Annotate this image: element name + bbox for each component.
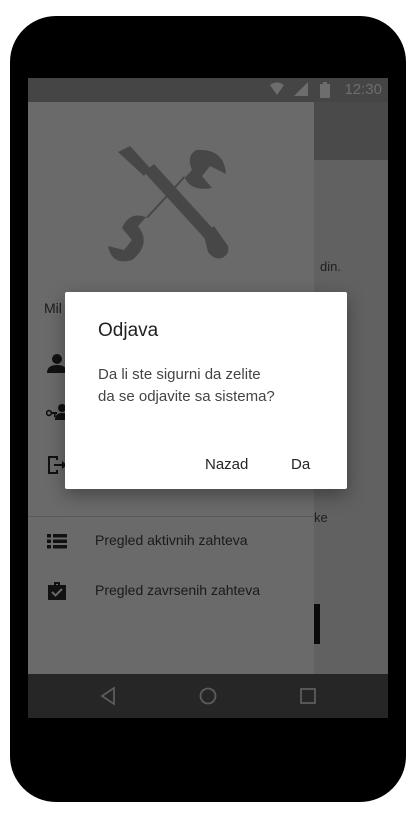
status-icons	[266, 82, 336, 98]
status-bar: 12:30	[28, 78, 388, 102]
app-bar	[314, 102, 388, 160]
list-icon	[47, 534, 67, 549]
logout-dialog: Odjava Da li ste sigurni da zelite da se…	[65, 292, 347, 489]
back-icon[interactable]	[98, 686, 118, 706]
cancel-button[interactable]: Nazad	[205, 456, 248, 473]
recents-icon[interactable]	[298, 686, 318, 706]
briefcase-check-icon	[48, 582, 66, 600]
content-text-2: ke	[314, 510, 328, 525]
battery-icon	[320, 82, 330, 98]
home-icon[interactable]	[198, 686, 218, 706]
drawer-user-name: Mil	[44, 300, 62, 316]
drawer-header	[28, 102, 314, 292]
drawer-item-label: Pregled aktivnih zahteva	[95, 532, 248, 548]
content-text-1: din.	[320, 259, 341, 274]
system-nav-bar	[28, 674, 388, 718]
dialog-message-line-1: Da li ste sigurni da zelite	[98, 366, 261, 383]
drawer-item-finished-requests[interactable]: Pregled zavrsenih zahteva	[28, 566, 314, 616]
dialog-message: Da li ste sigurni da zelite da se odjavi…	[98, 364, 318, 408]
confirm-button[interactable]: Da	[291, 456, 310, 473]
dialog-title: Odjava	[98, 320, 159, 341]
signal-icon	[294, 82, 308, 96]
tools-logo-icon	[108, 146, 229, 262]
drawer-item-label: Pregled zavrsenih zahteva	[95, 582, 260, 598]
status-time: 12:30	[344, 81, 382, 98]
wifi-icon	[270, 82, 284, 95]
dialog-message-line-2: da se odjavite sa sistema?	[98, 388, 275, 405]
drawer-item-active-requests[interactable]: Pregled aktivnih zahteva	[28, 516, 314, 566]
content-button[interactable]	[314, 604, 320, 644]
